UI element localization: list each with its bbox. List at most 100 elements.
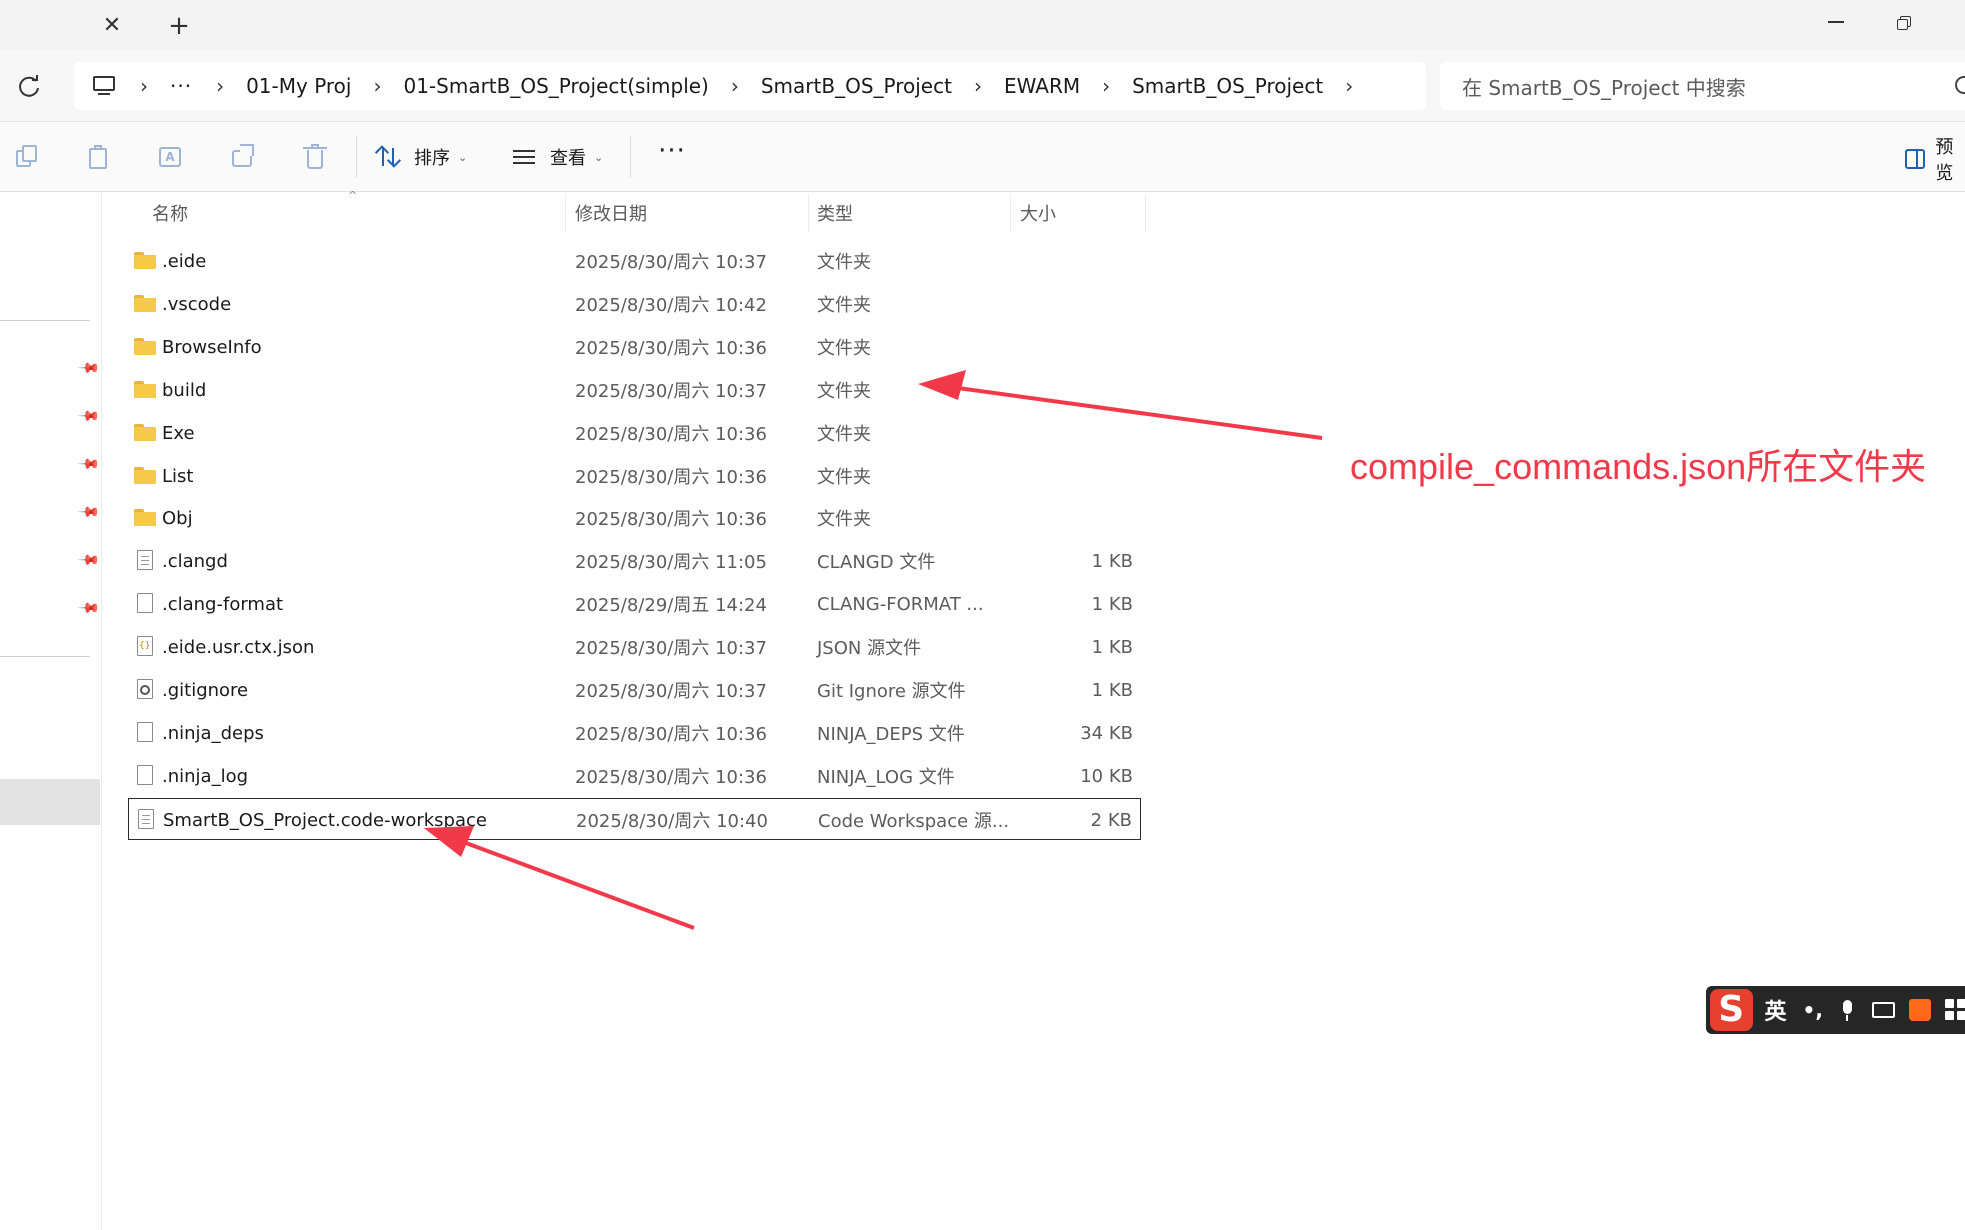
breadcrumb-separator[interactable]: › (140, 74, 148, 98)
annotation-label: compile_commands.json所在文件夹 (1350, 446, 1927, 487)
file-size: 1 KB (1091, 593, 1133, 615)
pin-icon[interactable]: 📌 (77, 597, 101, 621)
table-row[interactable]: .clang-format 2025/8/29/周五 14:24 CLANG-FOR… (128, 583, 1141, 625)
folder-icon (134, 250, 156, 270)
minimize-button[interactable] (1820, 8, 1852, 36)
table-row[interactable]: BrowseInfo 2025/8/30/周六 10:36 文件夹 (128, 326, 1141, 368)
pin-icon[interactable]: 📌 (77, 405, 101, 429)
table-row[interactable]: .vscode 2025/8/30/周六 10:42 文件夹 (128, 283, 1141, 325)
skin-icon[interactable] (1908, 999, 1931, 1021)
annotation-arrow-workspace (424, 826, 695, 930)
column-divider[interactable] (1145, 194, 1146, 232)
sort-ascending-indicator: ^ (348, 189, 358, 202)
ime-punctuation-toggle[interactable]: •, (1803, 998, 1823, 1022)
column-divider[interactable] (1010, 194, 1011, 232)
command-bar: A 排序 ⌄ 查看 ⌄ ··· 预览 (0, 122, 1965, 192)
toolbar-divider (630, 136, 631, 178)
file-type: Git Ignore 源文件 (817, 681, 966, 702)
breadcrumb-separator[interactable]: › (1345, 74, 1353, 98)
column-header-date[interactable]: 修改日期 (575, 192, 647, 234)
microphone-icon[interactable] (1841, 1000, 1852, 1021)
folder-icon (134, 293, 156, 313)
sort-button[interactable]: 排序 ⌄ (374, 140, 468, 174)
file-date: 2025/8/30/周六 10:37 (575, 638, 767, 659)
file-size: 1 KB (1091, 636, 1133, 658)
breadcrumb-item-smartb-project-current[interactable]: SmartB_OS_Project (1132, 74, 1323, 98)
sogou-logo-icon[interactable]: S (1710, 989, 1753, 1031)
table-row[interactable]: .ninja_deps 2025/8/30/周六 10:36 NINJA_DEPS … (128, 712, 1141, 754)
table-row[interactable]: .gitignore 2025/8/30/周六 10:37 Git Ignore 源… (128, 669, 1141, 711)
table-row[interactable]: build 2025/8/30/周六 10:37 文件夹 (128, 369, 1141, 411)
table-row[interactable]: List 2025/8/30/周六 10:36 文件夹 (128, 455, 1141, 497)
file-date: 2025/8/30/周六 10:37 (575, 252, 767, 273)
pin-icon[interactable]: 📌 (77, 357, 101, 381)
column-header-type[interactable]: 类型 (817, 192, 853, 234)
sort-label: 排序 (414, 148, 450, 169)
preview-pane-button[interactable]: 预览 (1905, 137, 1965, 184)
nav-item-selected[interactable] (0, 779, 100, 825)
breadcrumb-separator[interactable]: › (216, 74, 224, 98)
file-name: .gitignore (162, 679, 249, 701)
breadcrumb-separator[interactable]: › (1102, 74, 1110, 98)
column-header-size[interactable]: 大小 (1020, 192, 1056, 234)
keyboard-icon[interactable] (1872, 1002, 1895, 1018)
computer-icon[interactable] (92, 75, 116, 97)
pin-icon[interactable]: 📌 (77, 501, 101, 525)
breadcrumb-separator[interactable]: › (731, 74, 739, 98)
table-row[interactable]: .ninja_log 2025/8/30/周六 10:36 NINJA_LOG 文件… (128, 755, 1141, 797)
json-file-icon: {} (134, 636, 156, 656)
address-bar-row: › ··· › 01-My Proj › 01-SmartB_OS_Projec… (0, 50, 1965, 122)
breadcrumb[interactable]: › ··· › 01-My Proj › 01-SmartB_OS_Projec… (74, 62, 1426, 110)
refresh-icon[interactable] (14, 72, 44, 102)
breadcrumb-separator[interactable]: › (373, 74, 381, 98)
toolbox-grid-icon[interactable] (1944, 999, 1965, 1021)
rename-icon[interactable]: A (158, 144, 184, 170)
breadcrumb-separator[interactable]: › (974, 74, 982, 98)
column-header-name[interactable]: 名称 (152, 192, 188, 234)
restore-button[interactable] (1888, 8, 1920, 36)
table-row[interactable]: {} .eide.usr.ctx.json 2025/8/30/周六 10:37 JS… (128, 626, 1141, 668)
pin-icon[interactable]: 📌 (77, 453, 101, 477)
table-row[interactable]: .clangd 2025/8/30/周六 11:05 CLANGD 文件 1 KB (128, 540, 1141, 582)
breadcrumb-item-smartb-simple[interactable]: 01-SmartB_OS_Project(simple) (403, 74, 708, 98)
config-file-icon (134, 679, 156, 699)
table-row[interactable]: Exe 2025/8/30/周六 10:36 文件夹 (128, 412, 1141, 454)
file-type: JSON 源文件 (817, 638, 922, 659)
delete-icon[interactable] (302, 144, 328, 170)
file-name: List (162, 465, 194, 487)
table-row[interactable]: .eide 2025/8/30/周六 10:37 文件夹 (128, 240, 1141, 282)
more-options-button[interactable]: ··· (654, 138, 690, 172)
new-tab-button[interactable]: + (164, 11, 194, 41)
view-list-icon (512, 147, 538, 167)
file-type: CLANG-FORMAT ... (817, 593, 984, 615)
file-date: 2025/8/30/周六 10:36 (575, 424, 767, 445)
copy-icon[interactable] (14, 144, 40, 170)
column-divider[interactable] (808, 194, 809, 232)
search-icon[interactable] (1955, 76, 1965, 94)
file-name: .eide.usr.ctx.json (162, 636, 315, 658)
nav-divider (0, 656, 90, 657)
file-type: 文件夹 (817, 338, 871, 359)
ime-toolbar[interactable]: S 英 •, (1706, 986, 1965, 1034)
table-row[interactable]: SmartB_OS_Project.code-workspace 2025/8/3… (128, 798, 1141, 840)
tab-close-button[interactable]: ✕ (98, 12, 126, 40)
table-row[interactable]: Obj 2025/8/30/周六 10:36 文件夹 (128, 497, 1141, 539)
file-date: 2025/8/30/周六 10:36 (575, 509, 767, 530)
share-icon[interactable] (230, 144, 256, 170)
file-date: 2025/8/30/周六 10:37 (575, 381, 767, 402)
column-divider[interactable] (565, 194, 566, 232)
breadcrumb-item-ewarm[interactable]: EWARM (1004, 74, 1080, 98)
chevron-down-icon: ⌄ (458, 150, 468, 164)
ime-language-toggle[interactable]: 英 (1765, 994, 1787, 1026)
search-input[interactable]: 在 SmartB_OS_Project 中搜索 (1440, 62, 1965, 110)
breadcrumb-overflow[interactable]: ··· (170, 74, 192, 98)
pin-icon[interactable]: 📌 (77, 549, 101, 573)
paste-icon[interactable] (86, 144, 112, 170)
preview-pane-icon (1905, 149, 1926, 169)
breadcrumb-item-my-proj[interactable]: 01-My Proj (246, 74, 351, 98)
file-date: 2025/8/30/周六 10:36 (575, 724, 767, 745)
file-size: 1 KB (1091, 550, 1133, 572)
view-button[interactable]: 查看 ⌄ (512, 140, 603, 174)
folder-icon (134, 336, 156, 356)
breadcrumb-item-smartb-project[interactable]: SmartB_OS_Project (761, 74, 952, 98)
